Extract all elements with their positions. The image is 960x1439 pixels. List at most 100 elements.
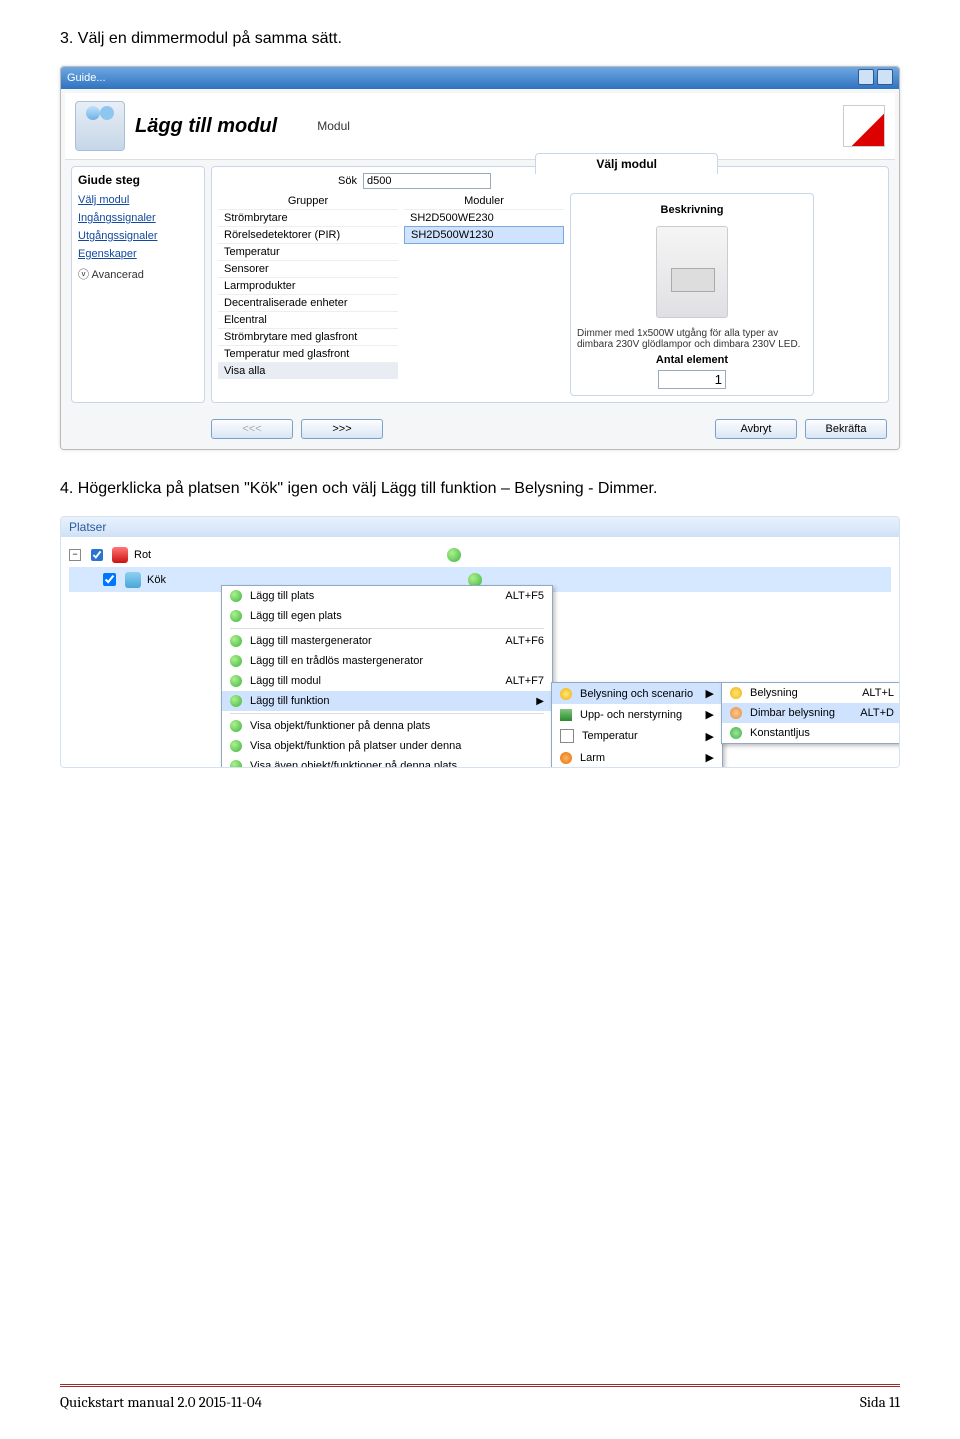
group-item[interactable]: Temperatur med glasfront bbox=[218, 345, 398, 362]
search-label: Sök bbox=[338, 175, 357, 187]
constant-icon bbox=[730, 727, 742, 739]
sidebar-item[interactable]: Egenskaper bbox=[78, 245, 198, 263]
add-icon bbox=[230, 590, 242, 602]
sidebar-item[interactable]: Välj modul bbox=[78, 191, 198, 209]
group-item[interactable]: Decentraliserade enheter bbox=[218, 294, 398, 311]
wizard-buttons: <<< >>> Avbryt Bekräfta bbox=[65, 413, 895, 445]
submenu-item-lighting[interactable]: Belysning och scenario▶ bbox=[552, 683, 722, 704]
modules-column: Moduler SH2D500WE230 SH2D500W1230 bbox=[404, 193, 564, 396]
panel-tab: Välj modul bbox=[535, 153, 718, 174]
add-icon bbox=[230, 655, 242, 667]
submenu-item[interactable]: Upp- och nerstyrning▶ bbox=[552, 704, 722, 725]
bulb-icon bbox=[560, 688, 572, 700]
footer-right: Sida 11 bbox=[860, 1393, 900, 1411]
root-icon bbox=[112, 547, 128, 563]
count-spinner[interactable] bbox=[658, 370, 726, 389]
window-titlebar: Guide... bbox=[61, 67, 899, 89]
footer-left: Quickstart manual 2.0 2015-11-04 bbox=[60, 1393, 262, 1411]
submenu-arrow-icon: ▶ bbox=[706, 730, 714, 743]
menu-item[interactable]: Lägg till modulALT+F7 bbox=[222, 671, 552, 691]
add-icon bbox=[230, 695, 242, 707]
wizard-sidebar: Giude steg Välj modul Ingångssignaler Ut… bbox=[71, 166, 205, 403]
submenu-arrow-icon: ▶ bbox=[536, 696, 544, 707]
brand-logo-icon bbox=[843, 105, 885, 147]
updown-icon bbox=[560, 709, 572, 721]
kok-checkbox[interactable] bbox=[103, 573, 116, 586]
product-image bbox=[656, 226, 728, 318]
menu-item-add-function[interactable]: Lägg till funktion▶ bbox=[222, 691, 552, 711]
confirm-button[interactable]: Bekräfta bbox=[805, 419, 887, 439]
submenu-arrow-icon: ▶ bbox=[706, 751, 714, 764]
minimize-icon[interactable] bbox=[858, 69, 874, 85]
tree-node-root[interactable]: − Rot bbox=[69, 546, 891, 564]
kok-label: Kök bbox=[147, 574, 166, 586]
alarm-icon bbox=[560, 752, 572, 764]
add-icon bbox=[230, 675, 242, 687]
back-button: <<< bbox=[211, 419, 293, 439]
kok-icon bbox=[125, 572, 141, 588]
status-dot-icon bbox=[447, 548, 461, 562]
menu-item[interactable]: Lägg till egen plats bbox=[222, 606, 552, 626]
step-3-text: 3. Välj en dimmermodul på samma sätt. bbox=[60, 30, 900, 48]
submenu-arrow-icon: ▶ bbox=[706, 708, 714, 721]
show-icon bbox=[230, 760, 242, 768]
window-controls[interactable] bbox=[855, 69, 893, 88]
menu-item[interactable]: Lägg till platsALT+F5 bbox=[222, 586, 552, 606]
dialog-heading: Lägg till modul bbox=[135, 115, 277, 138]
description-panel: Beskrivning Dimmer med 1x500W utgång för… bbox=[570, 193, 814, 396]
context-menu[interactable]: Lägg till platsALT+F5 Lägg till egen pla… bbox=[221, 585, 553, 768]
root-checkbox[interactable] bbox=[91, 549, 103, 561]
submenu-item-dimbar[interactable]: Dimbar belysningALT+D bbox=[722, 703, 900, 723]
submenu-lighting-type[interactable]: BelysningALT+L Dimbar belysningALT+D Kon… bbox=[721, 682, 900, 744]
add-icon bbox=[230, 610, 242, 622]
add-icon bbox=[230, 635, 242, 647]
root-label: Rot bbox=[134, 549, 151, 561]
menu-item[interactable]: Visa objekt/funktion på platser under de… bbox=[222, 736, 552, 756]
group-item[interactable]: Elcentral bbox=[218, 311, 398, 328]
submenu-item-belysning[interactable]: BelysningALT+L bbox=[722, 683, 900, 703]
description-text: Dimmer med 1x500W utgång för alla typer … bbox=[577, 328, 807, 350]
sidebar-heading: Giude steg bbox=[78, 173, 198, 187]
groups-header: Grupper bbox=[218, 193, 398, 209]
show-icon bbox=[230, 720, 242, 732]
group-item-showall[interactable]: Visa alla bbox=[218, 362, 398, 379]
groups-column: Grupper Strömbrytare Rörelsedetektorer (… bbox=[218, 193, 398, 396]
forward-button[interactable]: >>> bbox=[301, 419, 383, 439]
sidebar-item[interactable]: Utgångssignaler bbox=[78, 227, 198, 245]
bulb-icon bbox=[730, 687, 742, 699]
cancel-button[interactable]: Avbryt bbox=[715, 419, 797, 439]
submenu-item[interactable]: Temperatur▶ bbox=[552, 725, 722, 747]
group-item[interactable]: Larmprodukter bbox=[218, 277, 398, 294]
submenu-arrow-icon: ▶ bbox=[706, 687, 714, 700]
group-item[interactable]: Rörelsedetektorer (PIR) bbox=[218, 226, 398, 243]
group-item[interactable]: Sensorer bbox=[218, 260, 398, 277]
sidebar-item[interactable]: Ingångssignaler bbox=[78, 209, 198, 227]
step-4-text: 4. Högerklicka på platsen "Kök" igen och… bbox=[60, 480, 900, 498]
count-label: Antal element bbox=[577, 354, 807, 366]
group-item[interactable]: Temperatur bbox=[218, 243, 398, 260]
dialog-subheading: Modul bbox=[317, 119, 350, 133]
close-icon[interactable] bbox=[877, 69, 893, 85]
platser-panel: Platser − Rot Kök Lägg till platsALT+F5 … bbox=[60, 516, 900, 768]
group-item[interactable]: Strömbrytare bbox=[218, 209, 398, 226]
menu-item[interactable]: Lägg till en trådlös mastergenerator bbox=[222, 651, 552, 671]
submenu-function-type[interactable]: Belysning och scenario▶ Upp- och nerstyr… bbox=[551, 682, 723, 768]
group-item[interactable]: Strömbrytare med glasfront bbox=[218, 328, 398, 345]
menu-item[interactable]: Visa objekt/funktioner på denna plats bbox=[222, 716, 552, 736]
menu-item[interactable]: Visa även objekt/funktioner på denna pla… bbox=[222, 756, 552, 768]
guide-dialog: Guide... Lägg till modul Modul Giude ste… bbox=[60, 66, 900, 450]
submenu-item-konstant[interactable]: Konstantljus bbox=[722, 723, 900, 743]
search-input[interactable] bbox=[363, 173, 491, 189]
sidebar-advanced[interactable]: ⓥ Avancerad bbox=[78, 263, 198, 285]
window-title: Guide... bbox=[67, 72, 106, 84]
submenu-item[interactable]: Larm▶ bbox=[552, 747, 722, 768]
menu-item[interactable]: Lägg till mastergeneratorALT+F6 bbox=[222, 631, 552, 651]
module-item-selected[interactable]: SH2D500W1230 bbox=[404, 226, 564, 244]
module-picker-panel: Välj modul Sök Grupper Strömbrytare Röre… bbox=[211, 166, 889, 403]
module-item[interactable]: SH2D500WE230 bbox=[404, 209, 564, 226]
page-footer: Quickstart manual 2.0 2015-11-04 Sida 11 bbox=[60, 1384, 900, 1411]
modules-header: Moduler bbox=[404, 193, 564, 209]
expand-icon[interactable]: − bbox=[69, 549, 81, 561]
dimmer-icon bbox=[730, 707, 742, 719]
panel-title: Platser bbox=[61, 517, 899, 537]
